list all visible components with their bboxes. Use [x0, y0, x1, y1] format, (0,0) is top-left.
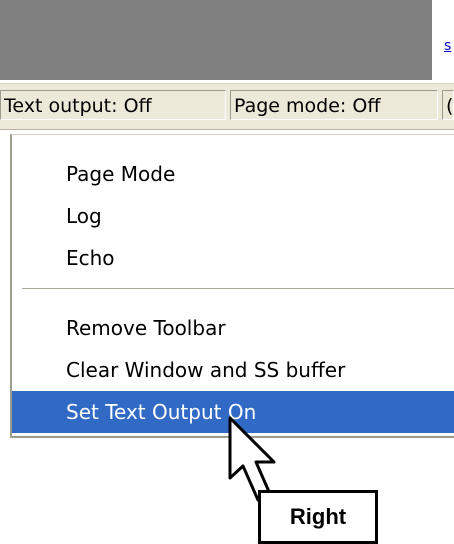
partial-status-pane: (	[442, 90, 454, 120]
menu-item-log[interactable]: Log	[12, 195, 454, 237]
context-menu: Page Mode Log Echo Remove Toolbar Clear …	[10, 134, 454, 438]
page-mode-status[interactable]: Page mode: Off	[230, 90, 438, 120]
menu-item-page-mode[interactable]: Page Mode	[12, 153, 454, 195]
text-output-status[interactable]: Text output: Off	[0, 90, 226, 120]
menu-item-clear-window[interactable]: Clear Window and SS buffer	[12, 349, 454, 391]
partial-link[interactable]: s	[444, 38, 451, 54]
status-bar: Text output: Off Page mode: Off (	[0, 83, 454, 130]
window-content-area	[0, 0, 432, 80]
menu-item-remove-toolbar[interactable]: Remove Toolbar	[12, 307, 454, 349]
right-click-callout: Right	[258, 490, 378, 544]
menu-item-echo[interactable]: Echo	[12, 237, 454, 279]
menu-separator	[22, 288, 454, 290]
